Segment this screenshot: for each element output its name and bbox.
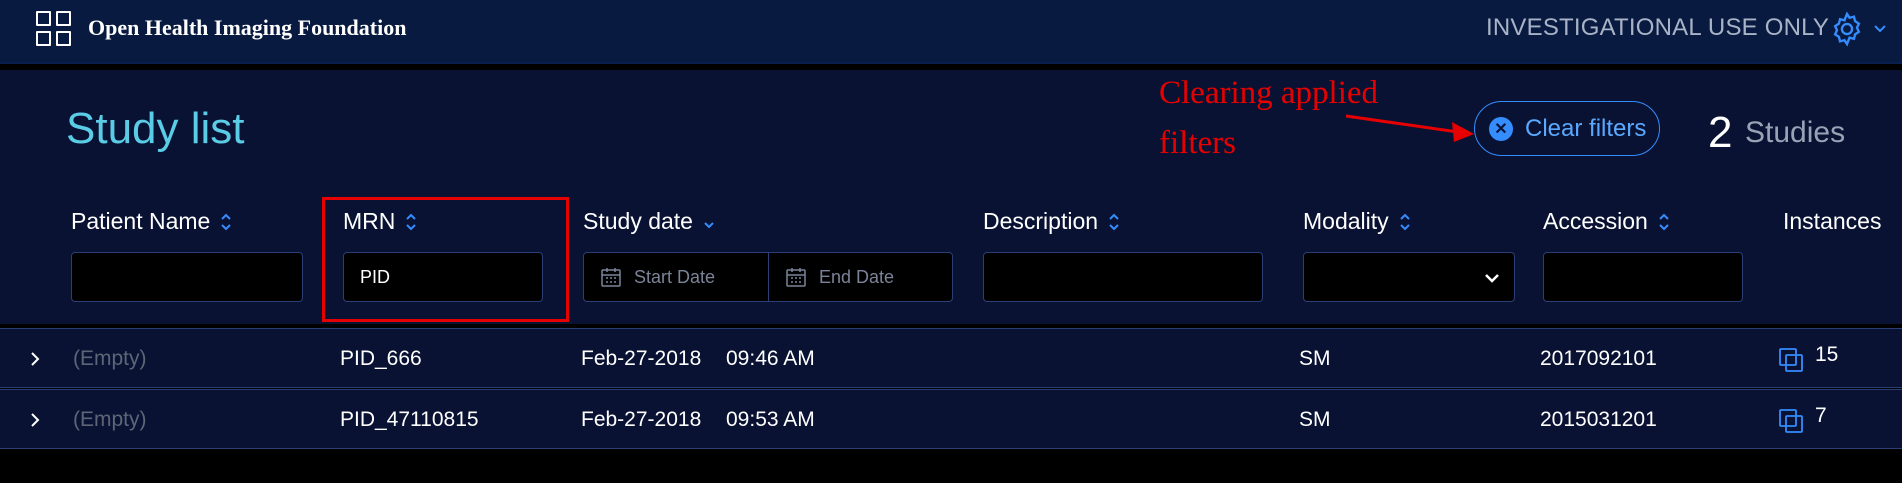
instances-cell: 7 xyxy=(1815,404,1827,427)
sort-descending-icon xyxy=(704,221,714,228)
clear-filters-button[interactable]: ✕ Clear filters xyxy=(1474,101,1660,156)
patient-name-input[interactable] xyxy=(72,253,302,301)
column-header-description[interactable]: Description xyxy=(983,208,1120,235)
page-title: Study list xyxy=(66,104,245,153)
column-header-patient-name[interactable]: Patient Name xyxy=(71,208,232,235)
start-date-field[interactable]: Start Date xyxy=(584,253,769,301)
column-label: Accession xyxy=(1543,208,1648,234)
patient-name-filter[interactable] xyxy=(71,252,303,302)
chevron-down-icon xyxy=(1485,274,1499,283)
column-header-modality[interactable]: Modality xyxy=(1303,208,1411,235)
column-label: Instances xyxy=(1783,208,1882,234)
column-label: Patient Name xyxy=(71,208,211,234)
accession-input[interactable] xyxy=(1544,253,1742,301)
sort-icon xyxy=(1109,213,1119,230)
clear-filters-label: Clear filters xyxy=(1525,114,1647,142)
instances-cell: 15 xyxy=(1815,343,1839,366)
table-row[interactable]: (Empty) PID_47110815 Feb-27-2018 09:53 A… xyxy=(0,389,1902,449)
sort-icon xyxy=(1399,213,1410,230)
column-header-accession[interactable]: Accession xyxy=(1543,208,1670,235)
patient-name-cell: (Empty) xyxy=(73,347,147,370)
column-label: Description xyxy=(983,208,1099,234)
table-row[interactable]: (Empty) PID_666 Feb-27-2018 09:46 AM SM … xyxy=(0,328,1902,388)
investigational-notice: INVESTIGATIONAL USE ONLY xyxy=(1486,14,1830,41)
gear-icon[interactable] xyxy=(1828,10,1866,48)
top-header: Open Health Imaging Foundation INVESTIGA… xyxy=(0,0,1902,64)
column-label: Modality xyxy=(1303,208,1389,234)
study-count-label: Studies xyxy=(1745,116,1846,149)
chevron-right-icon[interactable] xyxy=(26,410,44,430)
end-date-field[interactable]: End Date xyxy=(769,253,954,301)
clear-icon: ✕ xyxy=(1489,116,1513,141)
column-header-study-date[interactable]: Study date xyxy=(583,208,715,235)
column-label: Study date xyxy=(583,208,693,234)
accession-cell: 2017092101 xyxy=(1540,347,1657,370)
description-input[interactable] xyxy=(984,253,1262,301)
patient-name-cell: (Empty) xyxy=(73,408,147,431)
modality-cell: SM xyxy=(1299,408,1331,431)
chevron-right-icon[interactable] xyxy=(26,349,44,369)
mrn-cell: PID_666 xyxy=(340,347,422,370)
study-date-range-filter[interactable]: Start Date End Date xyxy=(583,252,953,302)
calendar-icon xyxy=(601,268,621,287)
study-time-cell: 09:53 AM xyxy=(726,408,815,431)
brand-name[interactable]: Open Health Imaging Foundation xyxy=(88,15,406,41)
sort-icon xyxy=(221,213,232,230)
highlight-box xyxy=(322,197,569,322)
chevron-down-icon[interactable] xyxy=(1872,20,1888,36)
accession-filter[interactable] xyxy=(1543,252,1743,302)
sort-icon xyxy=(1659,213,1669,230)
calendar-icon xyxy=(786,268,806,287)
instances-icon xyxy=(1779,348,1803,372)
study-time-cell: 09:46 AM xyxy=(726,347,815,370)
study-count: 2 xyxy=(1708,108,1733,157)
accession-cell: 2015031201 xyxy=(1540,408,1657,431)
column-header-instances[interactable]: Instances xyxy=(1783,208,1881,235)
study-date-cell: Feb-27-2018 xyxy=(581,408,702,431)
modality-cell: SM xyxy=(1299,347,1331,370)
study-list-panel: Study list Clearing applied filters ✕ Cl… xyxy=(0,70,1902,324)
mrn-cell: PID_47110815 xyxy=(340,408,479,431)
start-date-placeholder: Start Date xyxy=(634,266,716,287)
study-date-cell: Feb-27-2018 xyxy=(581,347,702,370)
end-date-placeholder: End Date xyxy=(819,266,895,287)
description-filter[interactable] xyxy=(983,252,1263,302)
annotation-arrow xyxy=(1345,114,1474,142)
modality-select[interactable] xyxy=(1303,252,1515,302)
instances-icon xyxy=(1779,409,1803,433)
logo-grid-icon[interactable] xyxy=(36,11,74,49)
